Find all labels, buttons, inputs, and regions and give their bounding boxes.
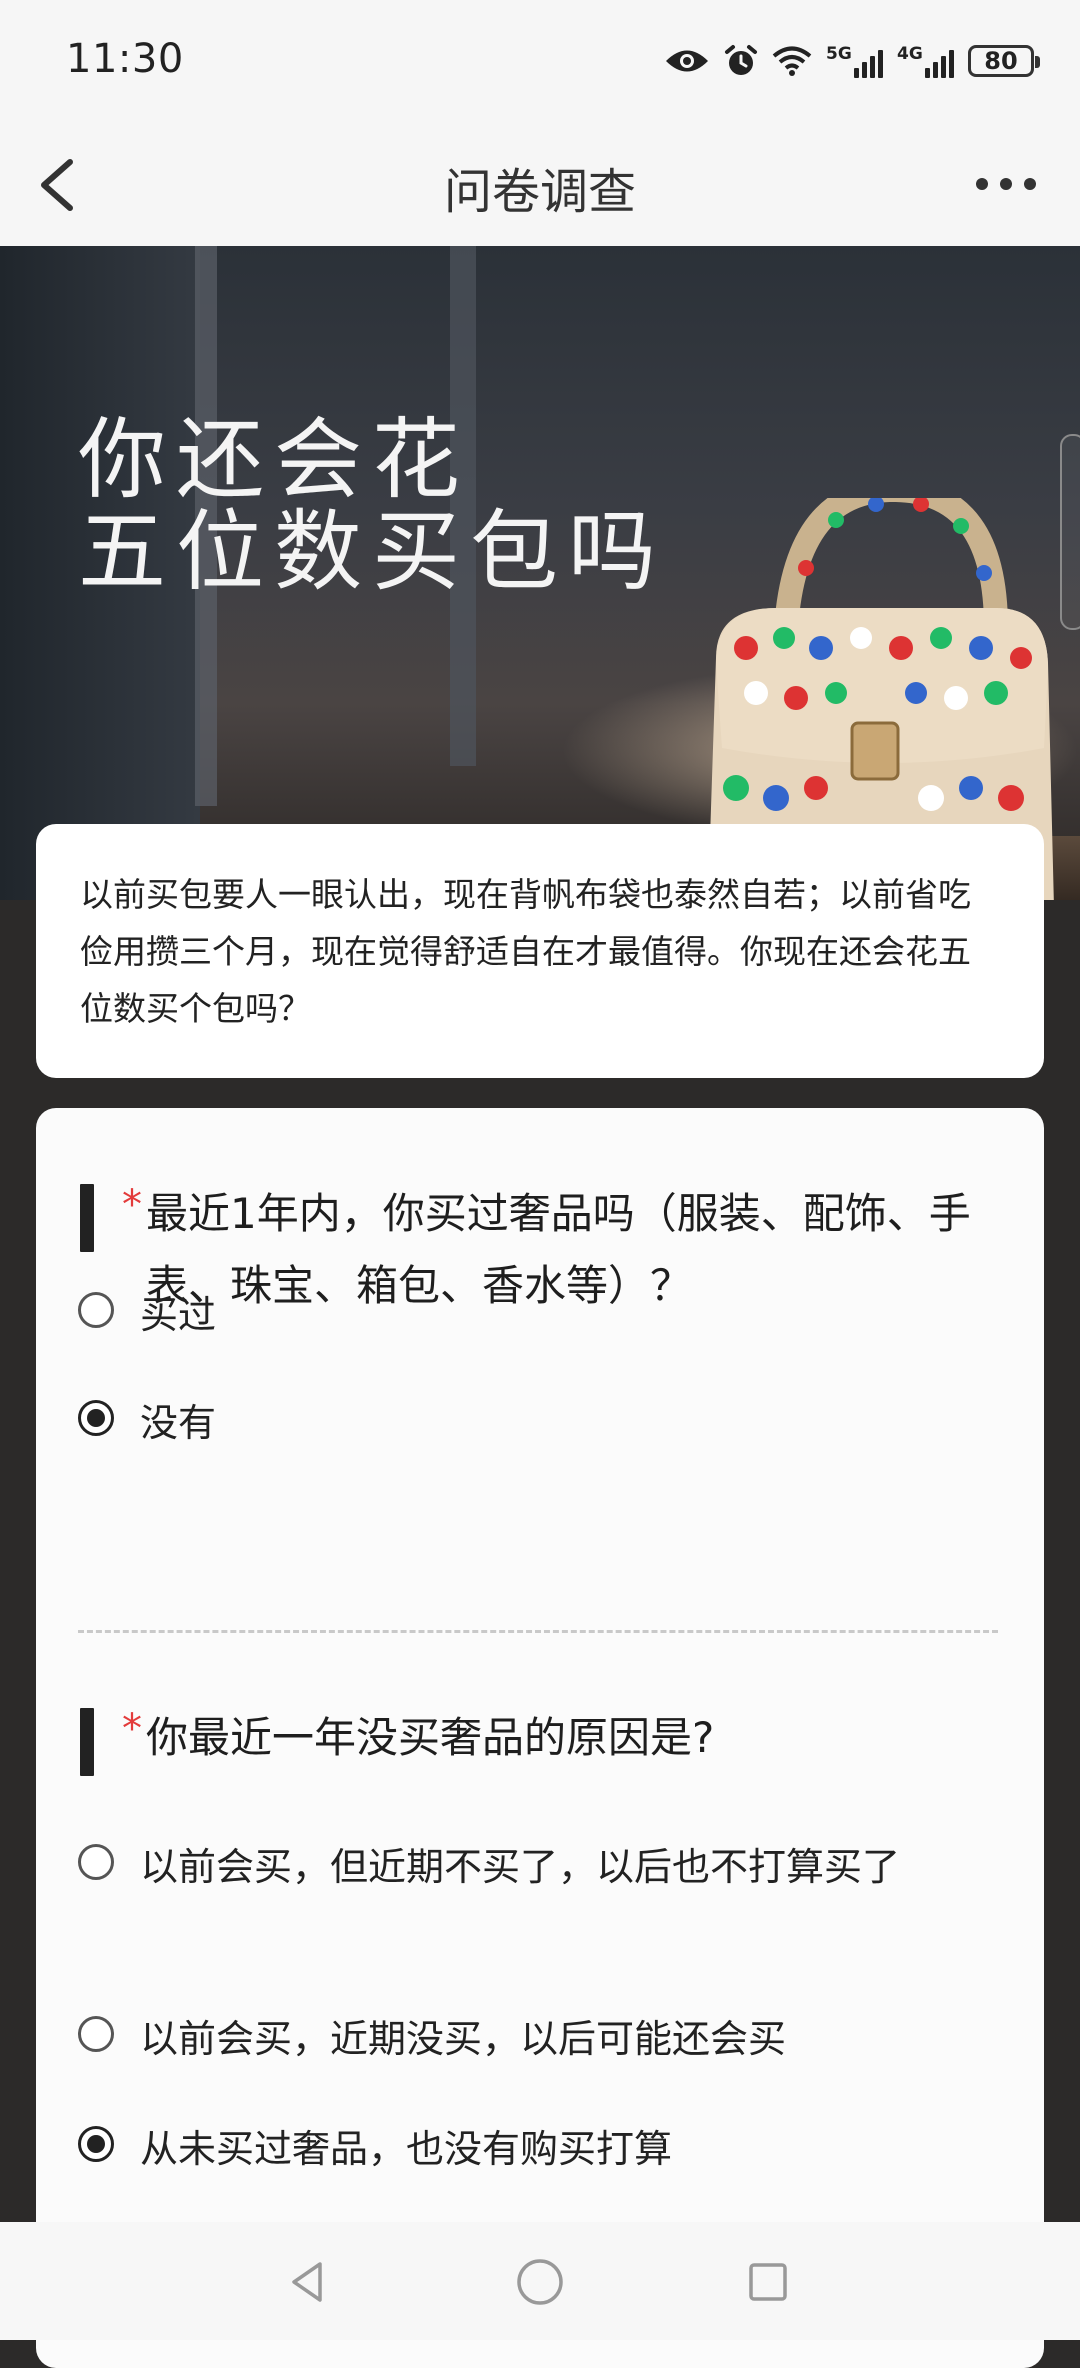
status-icons: 5G 4G 80 [664,36,1040,86]
option-label: 以前会买，但近期不买了，以后也不打算买了 [140,1845,901,1889]
status-bar: 11:30 5G 4G 80 [0,0,1080,124]
question-marker-bar [80,1708,94,1776]
required-mark: * [122,1182,142,1228]
intro-card: 以前买包要人一眼认出，现在背帆布袋也泰然自若；以前省吃俭用攒三个月，现在觉得舒适… [36,824,1044,1078]
intro-text: 以前买包要人一眼认出，现在背帆布袋也泰然自若；以前省吃俭用攒三个月，现在觉得舒适… [80,875,971,1028]
option-label: 没有 [140,1401,217,1445]
banner-headline: 你还会花 五位数买包吗 [78,414,666,598]
question-2-heading: * 你最近一年没买奢品的原因是? [80,1702,1000,1776]
required-mark: * [122,1706,142,1752]
network-type-4g: 4G [897,44,923,64]
question-divider [78,1630,998,1633]
radio-button[interactable] [78,1292,114,1328]
questions-card: * 最近1年内，你买过奢品吗（服装、配饰、手表、珠宝、箱包、香水等）？ 买过 没… [36,1108,1044,2368]
radio-button[interactable] [78,2016,114,2052]
option-label: 以前会买，近期没买，以后可能还会买 [140,2017,787,2061]
status-time: 11:30 [66,36,184,82]
question-2-option-1[interactable]: 以前会买，但近期不买了，以后也不打算买了 [78,1836,1018,1898]
page-title: 问卷调查 [443,164,636,220]
option-label: 买过 [140,1293,217,1337]
eye-icon [664,46,710,76]
signal-4g-icon: 4G [897,44,954,78]
banner-line-1: 你还会花 [78,408,471,511]
question-1-option-1[interactable]: 买过 [78,1284,1018,1346]
square-recents-icon[interactable] [738,2252,798,2312]
more-icon[interactable] [966,164,1046,204]
system-navigation-bar [0,2222,1080,2340]
radio-button[interactable] [78,1844,114,1880]
question-2-option-3[interactable]: 从未买过奢品，也没有购买打算 [78,2118,1018,2180]
battery-icon: 80 [968,45,1040,77]
option-label: 从未买过奢品，也没有购买打算 [140,2127,673,2171]
banner-line-2: 五位数买包吗 [78,500,667,603]
question-1-option-2[interactable]: 没有 [78,1392,1018,1454]
survey-banner: 你还会花 五位数买包吗 [0,246,1080,900]
circle-home-icon[interactable] [510,2252,570,2312]
radio-button-selected[interactable] [78,1400,114,1436]
question-marker-bar [80,1184,94,1252]
triangle-back-icon[interactable] [278,2252,338,2312]
nav-bar: 问卷调查 [0,124,1080,246]
question-2-title: 你最近一年没买奢品的原因是? [146,1713,715,1762]
signal-5g-icon: 5G [826,44,883,78]
network-type-5g: 5G [826,44,852,64]
wifi-icon [772,45,812,77]
radio-button-selected[interactable] [78,2126,114,2162]
question-2-option-2[interactable]: 以前会买，近期没买，以后可能还会买 [78,2008,1018,2070]
battery-level: 80 [984,47,1018,75]
alarm-icon [724,44,758,78]
side-pull-tab[interactable] [1060,434,1080,630]
